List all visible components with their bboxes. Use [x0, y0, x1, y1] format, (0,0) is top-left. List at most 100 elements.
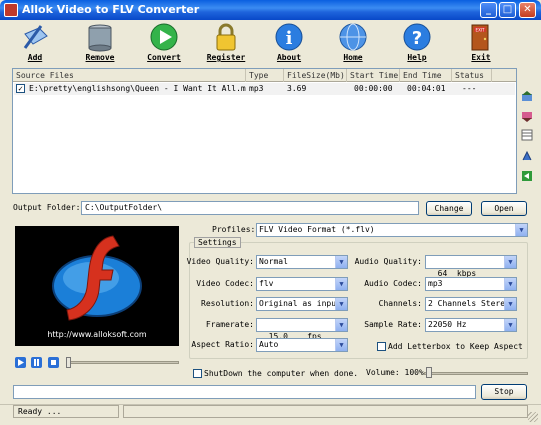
sample-rate-label: Sample Rate:	[364, 320, 422, 329]
chevron-down-icon: ▼	[504, 319, 516, 331]
table-row[interactable]: ✓ E:\pretty\englishsong\Queen - I Want I…	[14, 83, 515, 95]
pause-icon	[34, 359, 39, 366]
profiles-label: Profiles:	[212, 225, 256, 234]
chevron-down-icon: ▼	[504, 298, 516, 310]
about-button[interactable]: i About	[262, 22, 316, 66]
channels-select[interactable]: 2 Channels Stereo ▼	[425, 297, 517, 311]
flash-logo-icon	[52, 235, 142, 321]
video-codec-select[interactable]: flv ▼	[256, 277, 348, 291]
maximize-button[interactable]: □	[499, 2, 516, 18]
list-header: Source Files Type FileSize(Mb) Start Tim…	[13, 69, 516, 82]
video-preview: http://www.alloksoft.com	[15, 226, 179, 346]
chevron-down-icon: ▼	[335, 278, 347, 290]
remove-button[interactable]: Remove	[73, 22, 127, 66]
audio-codec-label: Audio Codec:	[364, 279, 422, 288]
aspect-ratio-select[interactable]: Auto ▼	[256, 338, 348, 352]
svg-text:i: i	[286, 28, 293, 49]
chevron-down-icon: ▼	[515, 224, 527, 236]
play-convert-icon	[150, 23, 178, 51]
app-icon	[4, 3, 18, 17]
info-icon: i	[275, 23, 303, 51]
profiles-select[interactable]: FLV Video Format (*.flv) ▼	[256, 223, 528, 237]
play-button[interactable]	[15, 357, 26, 368]
change-button[interactable]: Change	[426, 201, 472, 216]
settings-legend: Settings	[194, 237, 241, 248]
open-button[interactable]: Open	[481, 201, 527, 216]
column-start-time[interactable]: Start Time	[347, 69, 400, 82]
cell-source: E:\pretty\englishsong\Queen - I Want It …	[29, 84, 246, 93]
volume-slider-thumb[interactable]	[426, 367, 432, 378]
cell-end: 00:04:01	[407, 84, 446, 93]
svg-text:EXIT: EXIT	[476, 28, 485, 33]
clear-list-icon[interactable]	[521, 150, 533, 162]
convert-button[interactable]: Convert	[137, 22, 191, 66]
play-icon	[18, 359, 24, 366]
seek-track[interactable]	[67, 361, 179, 364]
column-end-time[interactable]: End Time	[400, 69, 452, 82]
move-down-icon[interactable]	[521, 110, 533, 122]
move-up-icon[interactable]	[521, 91, 533, 103]
video-codec-label: Video Codec:	[196, 279, 254, 288]
home-button[interactable]: Home	[326, 22, 380, 66]
resolution-label: Resolution:	[201, 299, 254, 308]
sample-rate-select[interactable]: 22050 Hz ▼	[425, 318, 517, 332]
column-type[interactable]: Type	[246, 69, 284, 82]
resolution-select[interactable]: Original as input ▼	[256, 297, 348, 311]
framerate-select[interactable]: 15.0 fps ▼	[256, 318, 348, 341]
select-all-icon[interactable]	[521, 129, 533, 141]
pause-button[interactable]	[31, 357, 42, 368]
minimize-button[interactable]: _	[480, 2, 497, 18]
svg-text:?: ?	[412, 28, 422, 49]
framerate-label: Framerate:	[205, 320, 254, 329]
chevron-down-icon: ▼	[335, 339, 347, 351]
status-panel	[123, 405, 528, 418]
chevron-down-icon: ▼	[335, 256, 347, 268]
export-icon[interactable]	[521, 170, 533, 182]
audio-quality-label: Audio Quality:	[354, 257, 422, 266]
audio-quality-select[interactable]: 64 kbps ▼	[425, 255, 517, 278]
exit-button[interactable]: EXIT Exit	[454, 22, 508, 66]
shutdown-checkbox[interactable]	[193, 369, 202, 378]
register-button[interactable]: Register	[199, 22, 253, 66]
globe-icon	[339, 23, 367, 51]
stop-playback-button[interactable]	[48, 357, 59, 368]
cell-size: 3.69	[287, 84, 307, 93]
chevron-down-icon: ▼	[335, 298, 347, 310]
channels-label: Channels:	[378, 299, 422, 308]
letterbox-checkbox[interactable]	[377, 342, 386, 351]
exit-door-icon: EXIT	[471, 24, 489, 51]
cell-status: ---	[462, 84, 477, 93]
cell-start: 00:00:00	[354, 84, 393, 93]
stop-icon	[51, 360, 56, 365]
help-question-icon: ?	[403, 23, 431, 51]
window-title: Allok Video to FLV Converter	[22, 3, 200, 16]
file-list[interactable]: Source Files Type FileSize(Mb) Start Tim…	[12, 68, 517, 194]
column-filesize[interactable]: FileSize(Mb)	[284, 69, 347, 82]
stop-button[interactable]: Stop	[481, 384, 527, 400]
video-quality-select[interactable]: Normal ▼	[256, 255, 348, 269]
trash-can-icon	[88, 24, 112, 52]
title-bar[interactable]: Allok Video to FLV Converter _ □ ✕	[0, 0, 541, 20]
add-file-icon	[23, 25, 48, 49]
add-button[interactable]: Add	[8, 22, 62, 66]
volume-label: Volume: 100%	[366, 368, 424, 377]
shutdown-label: ShutDown the computer when done.	[204, 369, 359, 378]
preview-url: http://www.alloksoft.com	[47, 330, 147, 339]
chevron-down-icon: ▼	[335, 319, 347, 331]
chevron-down-icon: ▼	[504, 278, 516, 290]
cell-type: mp3	[249, 84, 264, 93]
column-status[interactable]: Status	[452, 69, 492, 82]
chevron-down-icon: ▼	[504, 256, 516, 268]
resize-grip[interactable]	[528, 412, 538, 422]
column-source-files[interactable]: Source Files	[13, 69, 246, 82]
volume-slider-track[interactable]	[424, 372, 528, 375]
close-button[interactable]: ✕	[519, 2, 536, 18]
seek-thumb[interactable]	[66, 357, 71, 368]
conversion-progress-bar	[13, 385, 476, 399]
row-checkbox[interactable]: ✓	[16, 84, 25, 93]
audio-codec-select[interactable]: mp3 ▼	[425, 277, 517, 291]
status-text: Ready ...	[13, 405, 119, 418]
output-folder-input[interactable]: C:\OutputFolder\	[81, 201, 419, 215]
help-button[interactable]: ? Help	[390, 22, 444, 66]
video-quality-label: Video Quality:	[186, 257, 254, 266]
